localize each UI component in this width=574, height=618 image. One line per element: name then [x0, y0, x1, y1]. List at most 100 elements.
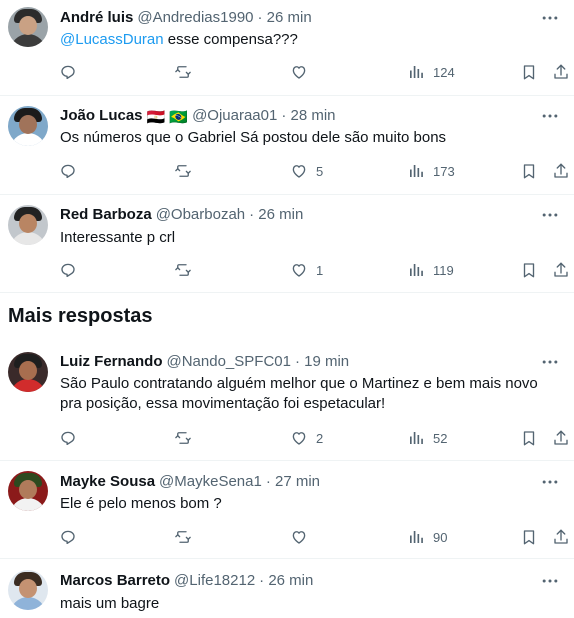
- bookmark-icon: [520, 261, 538, 279]
- bookmark-icon: [520, 162, 538, 180]
- action-bar: 2 52: [0, 428, 574, 450]
- share-button[interactable]: [552, 428, 570, 448]
- more-icon[interactable]: [540, 106, 560, 126]
- author-handle[interactable]: @Life18212: [174, 572, 255, 589]
- author-name[interactable]: João Lucas: [60, 107, 143, 124]
- retweet-button[interactable]: [174, 428, 192, 448]
- tweet-time[interactable]: · 26 min: [259, 572, 313, 589]
- avatar[interactable]: [8, 471, 48, 511]
- bookmark-button[interactable]: [520, 527, 538, 547]
- tweet-header: Red Barboza @Obarbozah · 26 min: [60, 205, 303, 225]
- like-button[interactable]: 2: [290, 428, 323, 448]
- share-button[interactable]: [552, 161, 570, 181]
- author-name[interactable]: Luiz Fernando: [60, 353, 163, 370]
- views-button[interactable]: 90: [407, 527, 447, 547]
- like-count: 1: [316, 262, 324, 278]
- views-button[interactable]: 119: [407, 260, 454, 280]
- views-count: 119: [433, 262, 454, 278]
- avatar-body: [10, 34, 46, 47]
- avatar[interactable]: [8, 205, 48, 245]
- tweet-text-body: Os números que o Gabriel Sá postou dele …: [60, 129, 447, 146]
- author-name[interactable]: Mayke Sousa: [60, 473, 155, 490]
- avatar[interactable]: [8, 352, 48, 392]
- author-name[interactable]: Red Barboza: [60, 206, 152, 223]
- share-icon: [552, 261, 570, 279]
- more-icon[interactable]: [540, 571, 560, 591]
- reply-button[interactable]: [59, 428, 77, 448]
- author-handle[interactable]: @Nando_SPFC01: [167, 353, 291, 370]
- author-name[interactable]: Marcos Barreto: [60, 572, 170, 589]
- avatar[interactable]: [8, 7, 48, 47]
- tweet-time[interactable]: · 26 min: [249, 206, 303, 223]
- avatar-face: [19, 579, 37, 598]
- tweet-text: São Paulo contratando alguém melhor que …: [60, 374, 560, 414]
- tweet-text-body: esse compensa???: [163, 31, 298, 48]
- retweet-icon: [174, 63, 192, 81]
- like-icon: [290, 528, 308, 546]
- avatar-face: [19, 115, 37, 134]
- more-icon[interactable]: [540, 8, 560, 28]
- more-icon[interactable]: [540, 472, 560, 492]
- like-icon: [290, 261, 308, 279]
- reply-icon: [59, 429, 77, 447]
- avatar-face: [19, 16, 37, 35]
- bookmark-button[interactable]: [520, 62, 538, 82]
- bookmark-button[interactable]: [520, 260, 538, 280]
- avatar[interactable]: [8, 570, 48, 610]
- views-icon: [407, 63, 425, 81]
- retweet-button[interactable]: [174, 161, 192, 181]
- more-icon[interactable]: [540, 205, 560, 225]
- tweet-time[interactable]: · 19 min: [295, 353, 349, 370]
- reply-button[interactable]: [59, 527, 77, 547]
- section-title: Mais respostas: [8, 305, 153, 327]
- share-button[interactable]: [552, 260, 570, 280]
- like-button[interactable]: 5: [290, 161, 323, 181]
- avatar-face: [19, 214, 37, 233]
- avatar-body: [10, 597, 46, 610]
- retweet-button[interactable]: [174, 260, 192, 280]
- author-name[interactable]: André luis: [60, 9, 133, 26]
- avatar[interactable]: [8, 106, 48, 146]
- tweet-text: Interessante p crl: [60, 228, 560, 248]
- share-button[interactable]: [552, 527, 570, 547]
- reply-button[interactable]: [59, 260, 77, 280]
- tweet-header: Mayke Sousa @MaykeSena1 · 27 min: [60, 472, 320, 492]
- tweet-header: Luiz Fernando @Nando_SPFC01 · 19 min: [60, 352, 349, 372]
- tweet-time[interactable]: · 28 min: [281, 107, 335, 124]
- views-button[interactable]: 52: [407, 428, 447, 448]
- like-button[interactable]: [290, 62, 308, 82]
- retweet-button[interactable]: [174, 62, 192, 82]
- author-handle[interactable]: @MaykeSena1: [159, 473, 262, 490]
- tweet-time[interactable]: · 26 min: [258, 9, 312, 26]
- reply-icon: [59, 528, 77, 546]
- tweet-header: João Lucas 🇪🇬 🇧🇷 @Ojuaraa01 · 28 min: [60, 106, 336, 126]
- reply-button[interactable]: [59, 62, 77, 82]
- share-icon: [552, 528, 570, 546]
- mention-link[interactable]: @LucassDuran: [60, 31, 164, 48]
- views-count: 173: [433, 163, 455, 179]
- author-handle[interactable]: @Obarbozah: [156, 206, 245, 223]
- share-button[interactable]: [552, 62, 570, 82]
- retweet-button[interactable]: [174, 527, 192, 547]
- views-icon: [407, 429, 425, 447]
- views-button[interactable]: 173: [407, 161, 455, 181]
- author-flags: 🇪🇬 🇧🇷: [146, 109, 189, 126]
- share-icon: [552, 162, 570, 180]
- like-button[interactable]: 1: [290, 260, 323, 280]
- reply-button[interactable]: [59, 161, 77, 181]
- like-count: 5: [316, 163, 324, 179]
- reply-icon: [59, 261, 77, 279]
- like-icon: [290, 429, 308, 447]
- bookmark-icon: [520, 528, 538, 546]
- author-handle[interactable]: @Ojuaraa01: [192, 107, 277, 124]
- views-count: 52: [433, 430, 448, 446]
- bookmark-button[interactable]: [520, 161, 538, 181]
- views-button[interactable]: 124: [407, 62, 455, 82]
- tweet-text: @LucassDuran esse compensa???: [60, 30, 560, 50]
- tweet-time[interactable]: · 27 min: [266, 473, 320, 490]
- bookmark-button[interactable]: [520, 428, 538, 448]
- views-icon: [407, 162, 425, 180]
- author-handle[interactable]: @Andredias1990: [137, 9, 253, 26]
- more-icon[interactable]: [540, 352, 560, 372]
- like-button[interactable]: [290, 527, 308, 547]
